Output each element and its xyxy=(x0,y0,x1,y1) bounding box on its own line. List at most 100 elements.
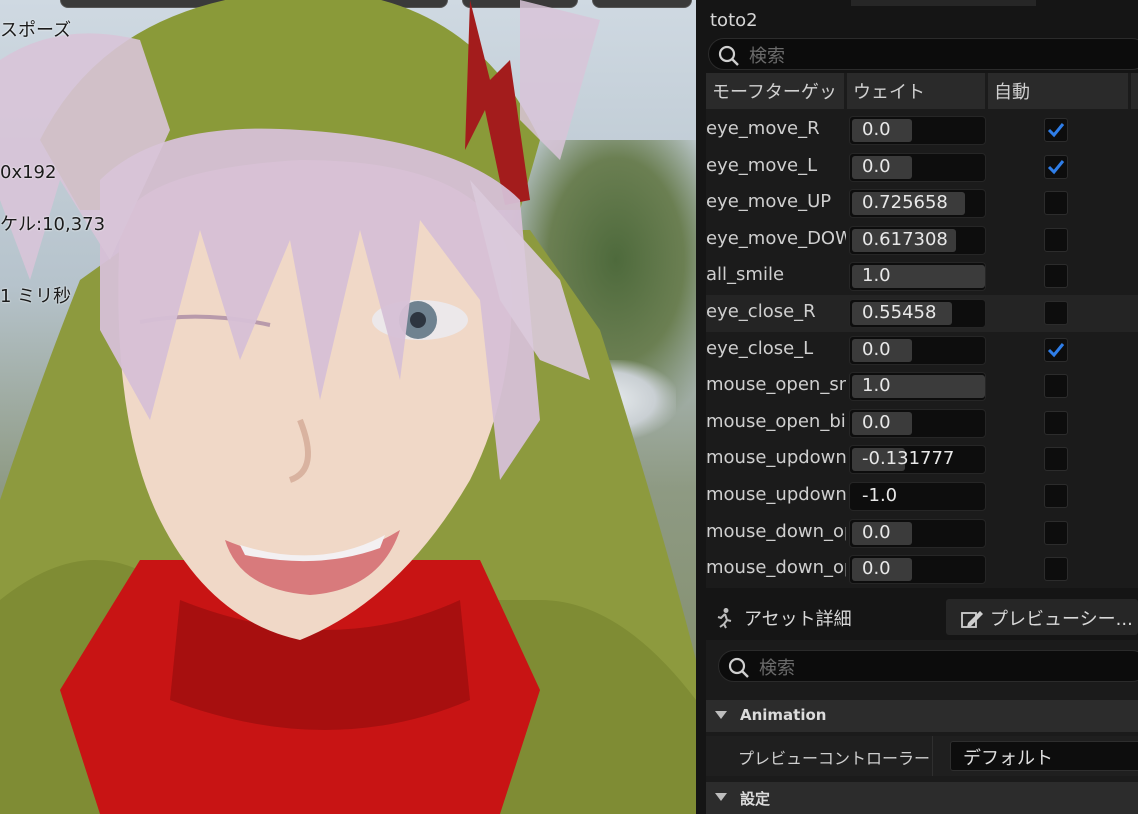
morph-search-input[interactable]: 検索 xyxy=(708,38,1138,70)
morph-name: mouse_open_sn xyxy=(706,374,846,396)
weight-value: 0.0 xyxy=(862,119,891,140)
morph-row: eye_move_UP 0.725658 xyxy=(706,185,1138,222)
chevron-down-icon xyxy=(715,711,727,719)
viewport-overlay-mode: スポーズ xyxy=(0,20,72,41)
search-placeholder: 検索 xyxy=(759,658,795,679)
morph-name: eye_close_R xyxy=(706,301,816,322)
weight-input[interactable]: -1.0 xyxy=(849,482,986,511)
weight-input[interactable]: 0.725658 xyxy=(849,189,986,219)
morph-row: eye_move_DOW 0.617308 xyxy=(706,222,1138,259)
viewport-overlay-resolution: 0x192 xyxy=(0,162,57,183)
panel-title: toto2 xyxy=(710,10,758,31)
weight-input[interactable]: 1.0 xyxy=(849,372,986,402)
weight-input[interactable]: -0.131777 xyxy=(849,445,986,475)
weight-value: 0.0 xyxy=(862,338,891,360)
weight-input[interactable]: 0.617308 xyxy=(849,225,986,255)
edit-scene-icon xyxy=(961,611,983,628)
weight-value: -1.0 xyxy=(862,485,898,506)
weight-value: 0.0 xyxy=(862,558,891,580)
morph-row: mouse_down_op 0.0 xyxy=(706,515,1138,552)
auto-checkbox[interactable] xyxy=(1044,118,1068,142)
weight-input[interactable]: 0.0 xyxy=(849,152,986,182)
morph-row: mouse_open_bi 0.0 xyxy=(706,405,1138,442)
running-person-icon xyxy=(717,608,732,629)
morph-row: mouse_down_op 0.0 xyxy=(706,551,1138,588)
auto-checkbox[interactable] xyxy=(1044,520,1068,545)
morph-target-table: モーフターゲッ ウェイト 自動 eye_move_R 0.0 eye_move_L 0… xyxy=(706,73,1138,588)
auto-checkbox[interactable] xyxy=(1044,447,1068,472)
morph-row: mouse_updown -1.0 xyxy=(706,478,1138,515)
weight-input[interactable]: 0.0 xyxy=(849,555,986,585)
weight-input[interactable]: 0.55458 xyxy=(849,299,986,328)
auto-checkbox[interactable] xyxy=(1044,191,1068,216)
details-search-input[interactable]: 検索 xyxy=(718,650,1138,682)
tab-preview-scene-label: プレビューシー... xyxy=(990,609,1133,630)
column-header-auto[interactable]: 自動 xyxy=(988,73,1128,109)
weight-value: 0.0 xyxy=(862,521,891,543)
morph-name: eye_move_R xyxy=(706,118,820,139)
section-settings-label: 設定 xyxy=(740,790,771,808)
viewport[interactable]: スポーズ 0x192 ケル:10,373 1 ミリ秒 xyxy=(0,0,696,814)
morph-name: eye_move_UP xyxy=(706,191,832,213)
morph-name: mouse_updown xyxy=(706,484,846,505)
search-icon xyxy=(728,657,749,678)
morph-name: mouse_down_op xyxy=(706,520,846,542)
weight-value: 0.55458 xyxy=(862,302,937,323)
morph-target-panel: toto2 検索 モーフターゲッ ウェイト 自動 eye_move_R 0.0 ey… xyxy=(696,0,1138,814)
auto-checkbox[interactable] xyxy=(1044,484,1068,508)
checkmark-icon xyxy=(1047,123,1065,138)
morph-name: mouse_updown xyxy=(706,447,846,469)
weight-input[interactable]: 0.0 xyxy=(849,408,986,438)
auto-checkbox[interactable] xyxy=(1044,557,1068,582)
section-animation-label: Animation xyxy=(740,706,827,724)
auto-checkbox[interactable] xyxy=(1044,337,1068,362)
weight-input[interactable]: 1.0 xyxy=(849,262,986,292)
chevron-down-icon xyxy=(715,793,727,801)
morph-row: all_smile 1.0 xyxy=(706,258,1138,295)
auto-checkbox[interactable] xyxy=(1044,154,1068,179)
viewport-overlay-stat: ケル:10,373 xyxy=(0,214,106,235)
morph-row: eye_move_L 0.0 xyxy=(706,149,1138,186)
morph-row: eye_close_L 0.0 xyxy=(706,332,1138,369)
morph-row: eye_close_R 0.55458 xyxy=(706,295,1138,332)
auto-checkbox[interactable] xyxy=(1044,264,1068,289)
weight-value: 0.0 xyxy=(862,411,891,433)
morph-name: eye_close_L xyxy=(706,337,814,359)
panel-tab-strip xyxy=(851,0,1036,6)
morph-name: all_smile xyxy=(706,264,785,286)
preview-controller-dropdown[interactable]: デフォルト xyxy=(950,741,1138,771)
morph-row: mouse_open_sn 1.0 xyxy=(706,368,1138,405)
auto-checkbox[interactable] xyxy=(1044,227,1068,252)
tab-preview-scene[interactable]: プレビューシー... xyxy=(946,599,1138,635)
column-header-morph-target[interactable]: モーフターゲッ xyxy=(706,73,844,109)
search-placeholder: 検索 xyxy=(749,46,785,67)
weight-value: 1.0 xyxy=(862,375,891,397)
character-render xyxy=(0,0,696,814)
property-divider[interactable] xyxy=(932,736,933,776)
auto-checkbox[interactable] xyxy=(1044,410,1068,435)
weight-input[interactable]: 0.0 xyxy=(849,116,986,145)
morph-row: eye_move_R 0.0 xyxy=(706,112,1138,149)
morph-name: mouse_open_bi xyxy=(706,410,846,432)
weight-value: 0.617308 xyxy=(862,228,948,250)
section-settings[interactable]: 設定 xyxy=(706,782,1138,814)
column-header-weight[interactable]: ウェイト xyxy=(847,73,985,109)
weight-value: 1.0 xyxy=(862,265,891,287)
weight-input[interactable]: 0.0 xyxy=(849,518,986,548)
preview-controller-row: プレビューコントローラー デフォルト xyxy=(706,736,1138,776)
auto-checkbox[interactable] xyxy=(1044,301,1068,325)
morph-name: eye_move_L xyxy=(706,154,818,176)
morph-name: eye_move_DOW xyxy=(706,227,846,249)
column-header-extra[interactable] xyxy=(1131,73,1138,109)
weight-input[interactable]: 0.0 xyxy=(849,335,986,365)
checkmark-icon xyxy=(1047,342,1065,357)
morph-name: mouse_down_op xyxy=(706,557,846,579)
morph-row: mouse_updown -0.131777 xyxy=(706,441,1138,478)
auto-checkbox[interactable] xyxy=(1044,374,1068,399)
weight-value: 0.725658 xyxy=(862,192,948,214)
viewport-overlay-time: 1 ミリ秒 xyxy=(0,286,72,307)
preview-controller-value: デフォルト xyxy=(963,748,1053,769)
tab-asset-details[interactable]: アセット詳細 xyxy=(700,599,936,635)
section-animation[interactable]: Animation xyxy=(706,700,1138,732)
details-panel: 検索 Animation プレビューコントローラー デフォルト 設定 xyxy=(706,640,1138,814)
